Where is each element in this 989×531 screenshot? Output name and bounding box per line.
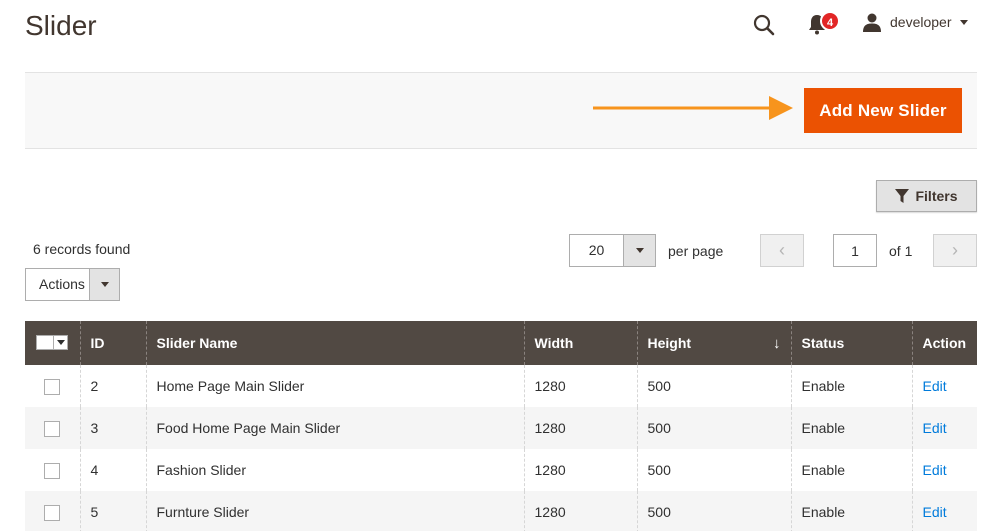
column-header-height[interactable]: Height ↓: [636, 321, 791, 365]
actions-label: Actions: [39, 276, 85, 292]
column-header-status[interactable]: Status: [790, 321, 912, 365]
row-checkbox[interactable]: [44, 378, 60, 395]
cell-width: 1280: [523, 407, 637, 449]
per-page-label: per page: [668, 243, 724, 259]
table-row: 5 Furnture Slider 1280 500 Enable Edit: [25, 491, 977, 531]
row-select-cell: [25, 365, 80, 407]
actions-dropdown[interactable]: Actions: [25, 268, 120, 301]
filters-button[interactable]: Filters: [876, 180, 977, 212]
next-page-button[interactable]: ›: [933, 234, 977, 267]
sort-arrow-icon: ↓: [773, 334, 781, 352]
column-header-slider-name[interactable]: Slider Name: [145, 321, 524, 365]
total-pages-label: of 1: [889, 243, 913, 259]
mass-select-header[interactable]: [25, 321, 80, 365]
chevron-right-icon: ›: [952, 240, 958, 260]
mass-select-checkbox[interactable]: [36, 334, 68, 350]
grid-header-row: ID Slider Name Width Height ↓ Status Acti…: [25, 321, 977, 365]
cell-status: Enable: [790, 491, 912, 531]
table-row: 4 Fashion Slider 1280 500 Enable Edit: [25, 449, 977, 491]
records-found: 6 records found: [33, 241, 131, 257]
edit-link[interactable]: Edit: [923, 504, 947, 520]
cell-id: 2: [79, 365, 146, 407]
cell-height: 500: [636, 407, 791, 449]
current-page-input[interactable]: [833, 234, 877, 267]
cell-id: 3: [79, 407, 146, 449]
edit-link[interactable]: Edit: [923, 420, 947, 436]
username: developer: [890, 14, 952, 30]
row-select-cell: [25, 407, 80, 449]
column-header-id[interactable]: ID: [79, 321, 146, 365]
row-select-cell: [25, 449, 80, 491]
column-header-height-label: Height: [647, 334, 692, 351]
slider-grid: ID Slider Name Width Height ↓ Status Acti…: [25, 321, 977, 531]
row-select-cell: [25, 491, 80, 531]
chevron-down-icon: [635, 248, 644, 253]
chevron-left-icon: ‹: [779, 240, 785, 260]
chevron-down-icon: [959, 19, 968, 25]
filters-label: Filters: [915, 188, 958, 204]
cell-slider-name: Home Page Main Slider: [145, 365, 524, 407]
column-header-width[interactable]: Width: [523, 321, 637, 365]
row-checkbox[interactable]: [44, 420, 60, 437]
per-page-value: 20: [588, 242, 605, 258]
table-row: 3 Food Home Page Main Slider 1280 500 En…: [25, 407, 977, 449]
cell-height: 500: [636, 491, 791, 531]
cell-slider-name: Fashion Slider: [145, 449, 524, 491]
per-page-toggle[interactable]: [623, 235, 655, 266]
column-header-action: Action: [911, 321, 977, 365]
user-menu[interactable]: developer: [862, 12, 968, 32]
cell-width: 1280: [523, 449, 637, 491]
cell-width: 1280: [523, 491, 637, 531]
cell-action: Edit: [911, 407, 977, 449]
cell-height: 500: [636, 449, 791, 491]
search-icon[interactable]: [752, 13, 776, 37]
add-new-slider-button[interactable]: Add New Slider: [804, 88, 962, 133]
edit-link[interactable]: Edit: [923, 378, 947, 394]
cell-slider-name: Food Home Page Main Slider: [145, 407, 524, 449]
page-title: Slider: [25, 10, 97, 41]
cell-action: Edit: [911, 491, 977, 531]
cell-status: Enable: [790, 365, 912, 407]
chevron-down-icon: [100, 282, 109, 287]
cell-id: 5: [79, 491, 146, 531]
row-checkbox[interactable]: [44, 504, 60, 521]
right-arrow-icon: [593, 96, 793, 120]
filter-icon: [895, 189, 910, 203]
row-checkbox[interactable]: [44, 462, 60, 479]
previous-page-button[interactable]: ‹: [760, 234, 804, 267]
edit-link[interactable]: Edit: [923, 462, 947, 478]
cell-slider-name: Furnture Slider: [145, 491, 524, 531]
notification-badge[interactable]: 4: [820, 11, 840, 31]
actions-dropdown-toggle[interactable]: [89, 269, 119, 300]
cell-id: 4: [79, 449, 146, 491]
table-row: 2 Home Page Main Slider 1280 500 Enable …: [25, 365, 977, 407]
cell-width: 1280: [523, 365, 637, 407]
cell-action: Edit: [911, 365, 977, 407]
cell-height: 500: [636, 365, 791, 407]
cell-action: Edit: [911, 449, 977, 491]
cell-status: Enable: [790, 449, 912, 491]
user-icon: [863, 13, 881, 32]
cell-status: Enable: [790, 407, 912, 449]
per-page-select[interactable]: 20: [569, 234, 656, 267]
